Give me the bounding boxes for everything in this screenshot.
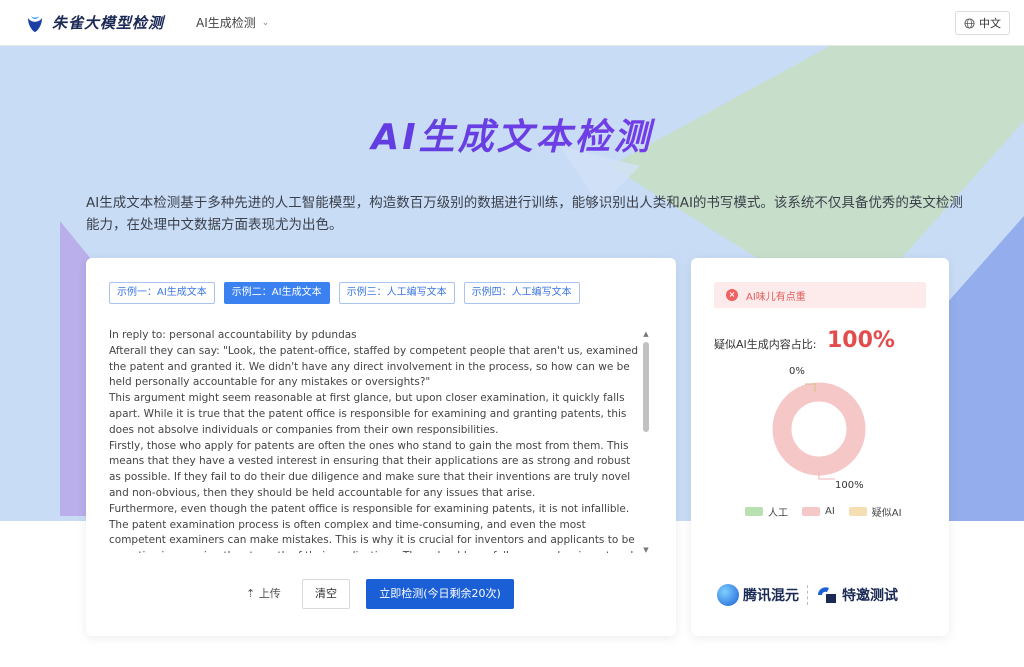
nav-menu-label: AI生成检测 [196,16,256,30]
close-circle-icon: × [726,289,738,301]
brand-logo[interactable]: 朱雀大模型检测 [24,12,164,34]
text-paragraph: In reply to: personal accountability by … [109,329,357,341]
tab-example-2[interactable]: 示例二：AI生成文本 [223,282,330,304]
upload-label: 上传 [258,587,281,600]
result-panel: × AI味儿有点重 疑似AI生成内容占比: 100% 0% 100% 人工 AI… [691,258,949,636]
special-test-logo-icon [818,587,836,603]
legend-item-ai[interactable]: AI [802,504,835,519]
example-tabs: 示例一：AI生成文本 示例二：AI生成文本 示例三：人工编写文本 示例四：人工编… [109,282,580,304]
partner-divider [807,585,808,605]
text-paragraph: Furthermore, even though the patent offi… [109,502,635,553]
donut-label-top: 0% [789,366,805,377]
legend-item-suspect-ai[interactable]: 疑似AI [848,504,902,519]
tab-example-1[interactable]: 示例一：AI生成文本 [109,282,215,304]
globe-icon [964,17,975,29]
upload-button[interactable]: ⇡ 上传 [246,579,281,609]
result-alert-text: AI味儿有点重 [746,291,806,303]
page-title: AI生成文本检测 [0,108,1024,160]
clear-button[interactable]: 清空 [302,579,350,609]
chevron-down-icon: ⌄ [261,17,270,28]
upload-icon: ⇡ [246,587,256,600]
hunyuan-logo: 腾讯混元 [717,584,799,606]
result-alert: × AI味儿有点重 [714,282,926,308]
text-paragraph: This argument might seem reasonable at f… [109,392,627,436]
result-donut-chart [772,382,866,480]
scroll-up-arrow-icon[interactable]: ▲ [642,330,650,338]
chart-legend: 人工 AI 疑似AI [745,504,902,519]
text-input-area[interactable]: In reply to: personal accountability by … [109,328,639,553]
legend-swatch-suspect-ai [848,507,867,516]
detect-button[interactable]: 立即检测(今日剩余20次) [366,579,514,609]
legend-label-ai: AI [825,506,835,517]
donut-slice-ai [772,382,866,476]
special-test-logo: 特邀测试 [816,585,898,605]
hunyuan-name: 腾讯混元 [743,588,799,604]
legend-swatch-ai [802,507,820,516]
legend-swatch-human [745,507,763,516]
brand-name: 朱雀大模型检测 [52,14,165,32]
tab-example-3[interactable]: 示例三：人工编写文本 [338,282,455,304]
brand-logo-icon [28,15,42,32]
language-selector[interactable]: 中文 [955,11,1010,35]
ai-ratio-value: 100% [827,328,895,353]
partner-logos: 腾讯混元 特邀测试 [717,584,898,606]
special-test-name: 特邀测试 [842,588,898,604]
scrollbar-thumb[interactable] [643,342,649,432]
ai-ratio-label: 疑似AI生成内容占比: [714,338,817,351]
text-paragraph: Firstly, those who apply for patents are… [109,439,631,499]
donut-label-bottom: 100% [835,480,864,491]
scroll-down-arrow-icon[interactable]: ▼ [642,546,650,554]
top-header: 朱雀大模型检测 AI生成检测 ⌄ 中文 [0,0,1024,46]
legend-label-human: 人工 [768,508,788,519]
text-scrollbar[interactable]: ▲ ▼ [642,330,650,554]
text-paragraph: Afterall they can say: "Look, the patent… [109,344,639,389]
nav-menu-ai-detect[interactable]: AI生成检测 ⌄ [196,14,269,31]
input-panel: 示例一：AI生成文本 示例二：AI生成文本 示例三：人工编写文本 示例四：人工编… [86,258,676,636]
language-label: 中文 [979,17,1001,30]
legend-label-suspect-ai: 疑似AI [871,508,902,519]
tab-example-4[interactable]: 示例四：人工编写文本 [463,282,580,304]
hunyuan-logo-icon [717,584,739,606]
legend-item-human[interactable]: 人工 [745,504,788,519]
intro-text: AI生成文本检测基于多种先进的人工智能模型，构造数百万级别的数据进行训练，能够识… [86,195,963,233]
